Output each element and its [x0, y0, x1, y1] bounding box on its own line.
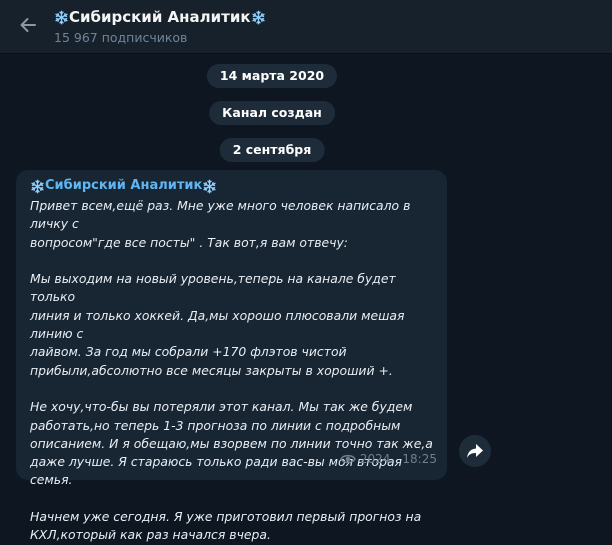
post-text-line: вопросом"где все посты" . Так вот,я вам …	[30, 234, 348, 250]
snowflake-icon	[30, 179, 45, 194]
sender-name: Сибирский Аналитик	[45, 178, 203, 193]
post-text-line: Не хочу,что-бы вы потеряли этот канал. М…	[30, 399, 413, 415]
post-sender[interactable]: Сибирский Аналитик	[30, 176, 435, 196]
forward-arrow-icon	[467, 444, 483, 458]
eye-icon	[340, 454, 356, 464]
channel-name: Сибирский Аналитик	[69, 8, 251, 26]
post-text: Привет всем,ещё раз. Мне уже много челов…	[30, 197, 435, 545]
post-text-line: лайвом. За год мы собрали +170 флэтов чи…	[30, 344, 347, 360]
post-text-line: работать,но теперь 1-3 прогноза по линии…	[30, 417, 401, 433]
post-meta: 2024 18:25	[340, 452, 437, 466]
post-time: 18:25	[402, 452, 437, 466]
forward-button[interactable]	[459, 435, 491, 467]
post-text-line: КХЛ,который как раз начался вчера.	[30, 527, 271, 543]
back-button[interactable]	[12, 9, 44, 41]
snowflake-icon	[54, 10, 69, 25]
post-text-line: прибыли,абсолютно все месяцы закрыты в х…	[30, 362, 393, 378]
snowflake-icon	[202, 179, 217, 194]
snowflake-icon	[251, 10, 266, 25]
service-message-channel-created: Канал создан	[209, 101, 335, 125]
channel-info[interactable]: Сибирский Аналитик 15 967 подписчиков	[54, 6, 266, 47]
subscriber-count: 15 967 подписчиков	[54, 30, 188, 45]
post-text-line: Привет всем,ещё раз. Мне уже много челов…	[30, 198, 411, 232]
date-badge: 2 сентября	[219, 138, 325, 162]
post-text-line: линия и только хоккей. Да,мы хорошо плюс…	[30, 307, 405, 342]
post-text-line: Начнем уже сегодня. Я уже приготовил пер…	[30, 509, 422, 525]
arrow-left-icon	[20, 18, 36, 32]
post-text-line: описанием. И я обещаю,мы взорвем по лини…	[30, 435, 433, 451]
channel-post[interactable]: Сибирский Аналитик Привет всем,ещё раз. …	[16, 170, 447, 542]
view-count: 2024	[359, 452, 391, 466]
date-badge: 14 марта 2020	[206, 64, 338, 88]
channel-title: Сибирский Аналитик	[54, 6, 266, 28]
post-text-line: Мы выходим на новый уровень,теперь на ка…	[30, 271, 396, 305]
chat-header: Сибирский Аналитик 15 967 подписчиков	[0, 0, 612, 54]
